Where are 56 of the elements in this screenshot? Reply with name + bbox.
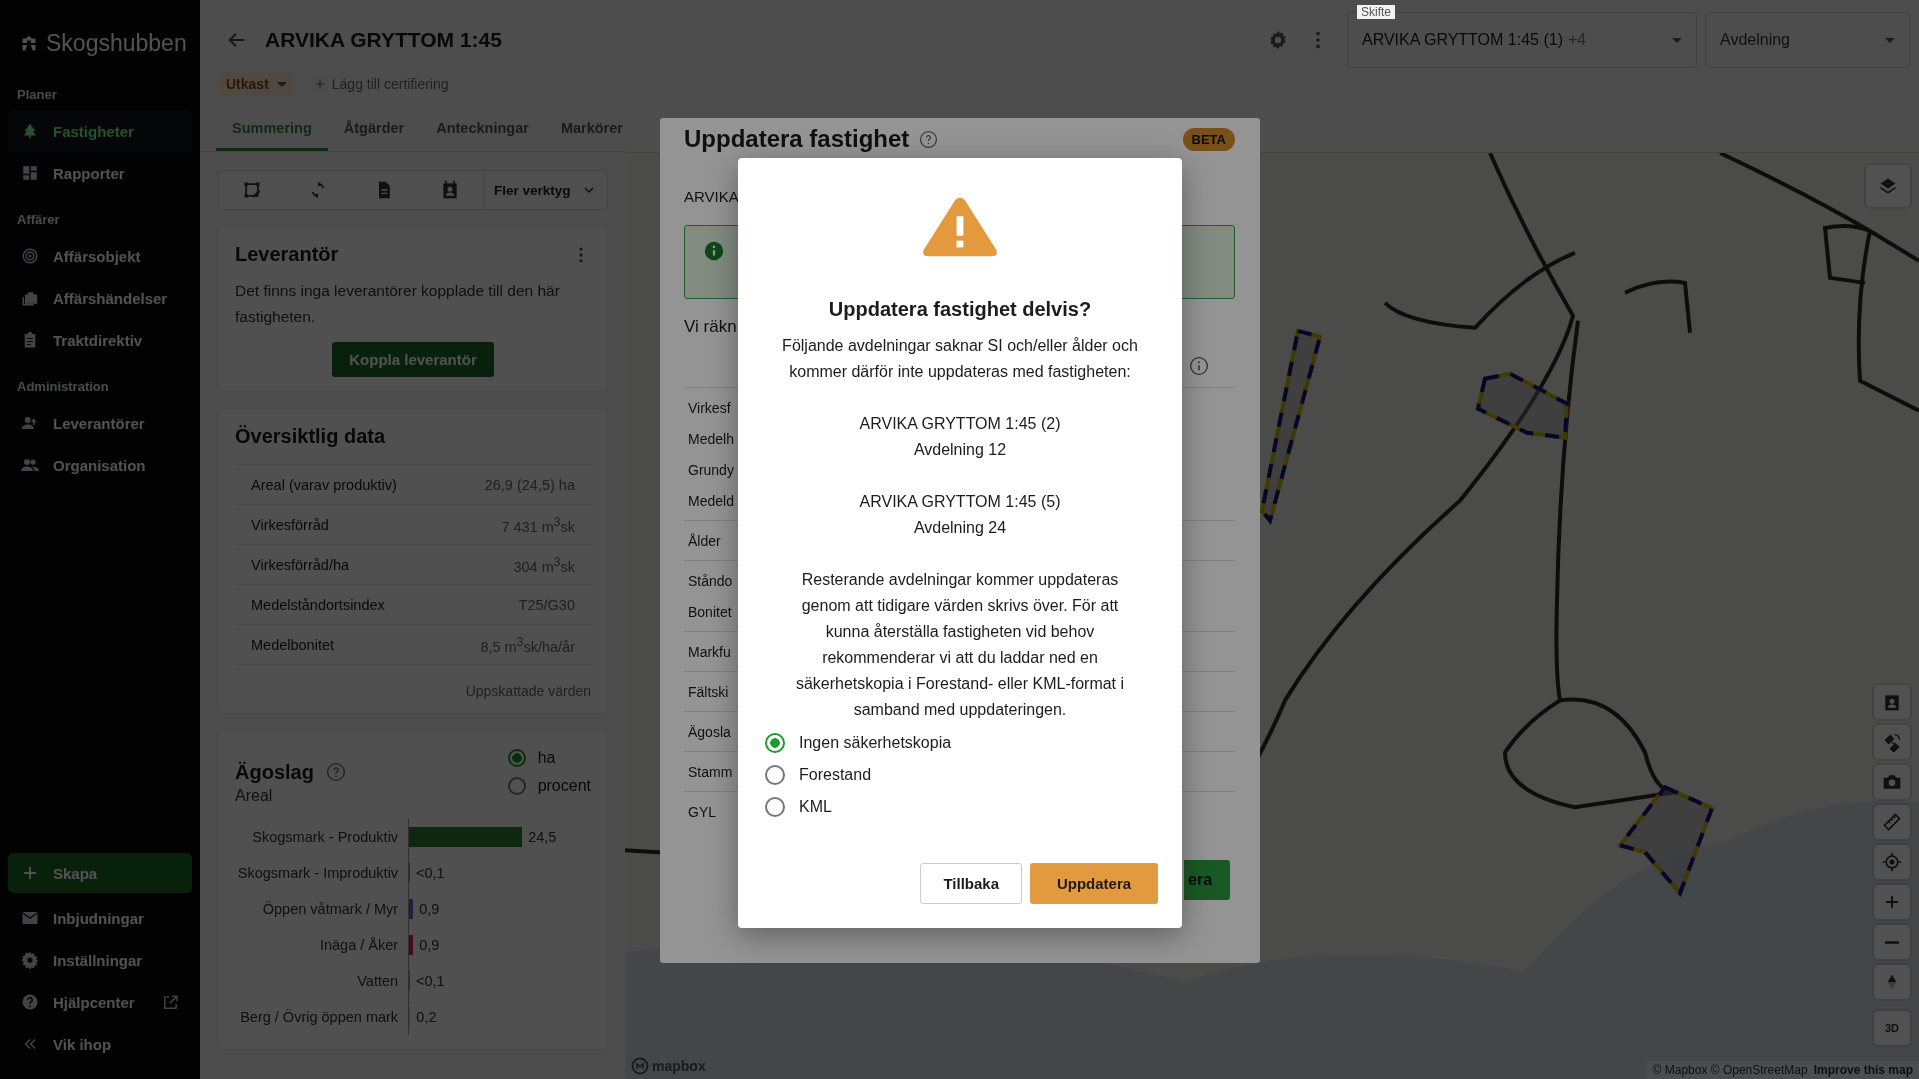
table-cell-text: Fältski bbox=[687, 682, 730, 702]
table-cell: Medelståndortsindex bbox=[251, 596, 385, 613]
bar-label: Öppen våtmark / Myr bbox=[261, 901, 400, 917]
field-label: Skifte bbox=[1357, 5, 1395, 19]
table-cell-text: Bonitet bbox=[687, 602, 733, 622]
card-title: Ägoslag bbox=[235, 760, 314, 784]
property-name: ARVIKA GRYTTOM 1:45 (2) bbox=[859, 414, 1061, 434]
card-text: Det finns inga leverantörer kopplade till den här fastigheten. bbox=[235, 281, 561, 327]
bar-label: Berg / Övrig öppen mark bbox=[239, 1009, 400, 1025]
table-cell: Virkesförråd bbox=[251, 516, 329, 533]
radio-label: ha bbox=[537, 749, 556, 767]
table-cell: Areal (varav produktiv) bbox=[251, 476, 397, 493]
dialog-note: Resterande avdelningar kommer uppdateras genom att tidigare värden skrivs över. För att kunna återställa fastigheten vid behov rekommenderar vi att du laddar ned en säkerhetskopia i Forestand- eller KML-format i samband med uppdateringen. bbox=[794, 570, 1126, 720]
radio-label: KML bbox=[799, 798, 832, 816]
bar-value: 24,5 bbox=[528, 829, 557, 845]
table-cell: Virkesförråd/ha bbox=[251, 556, 350, 573]
app-logo: Skogshubben bbox=[46, 30, 187, 57]
bar-label: Skogsmark - Improduktiv bbox=[236, 865, 400, 881]
radio-label: procent bbox=[537, 777, 591, 795]
property-name: ARVIKA GRYTTOM 1:45 (5) bbox=[859, 492, 1061, 512]
dialog-message: Följande avdelningar saknar SI och/eller ålder och kommer därför inte uppdateras med fastigheten: bbox=[781, 336, 1139, 382]
beta-badge: BETA bbox=[1182, 127, 1235, 151]
section-name: Avdelning 24 bbox=[913, 518, 1007, 538]
nav-section-heading: Affärer bbox=[16, 211, 61, 229]
radio-label: Ingen säkerhetskopia bbox=[799, 734, 952, 752]
table-cell-text: Markfu bbox=[687, 642, 732, 662]
map-attribution: © Mapbox © OpenStreetMap bbox=[1652, 1063, 1808, 1077]
bar-label: Inäga / Åker bbox=[318, 937, 400, 953]
table-cell-text: Ståndo bbox=[687, 571, 734, 591]
radio-label: Forestand bbox=[799, 766, 872, 784]
table-cell-text: GYL bbox=[687, 802, 717, 822]
bar-value: <0,1 bbox=[415, 865, 445, 881]
bar-label: Vatten bbox=[356, 973, 400, 989]
table-cell-text: Virkesf bbox=[687, 398, 732, 418]
table-cell-text: Grundy bbox=[687, 460, 735, 480]
bar-value: <0,1 bbox=[415, 973, 445, 989]
table-cell-text: Ägosla bbox=[687, 722, 732, 742]
bar-value: 0,9 bbox=[419, 937, 440, 953]
table-cell-text: Ålder bbox=[687, 531, 722, 551]
bar-label: Skogsmark - Produktiv bbox=[251, 829, 400, 845]
card-title: Översiktlig data bbox=[235, 425, 387, 448]
section-name: Avdelning 12 bbox=[913, 440, 1007, 460]
table-cell: Medelbonitet bbox=[251, 636, 335, 653]
bar-value: 0,9 bbox=[419, 901, 440, 917]
table-cell-text: Medeld bbox=[687, 491, 735, 511]
modal-text: Vi räkn bbox=[684, 317, 738, 337]
modal-subtitle: ARVIKA bbox=[684, 188, 740, 205]
bar-value: 0,2 bbox=[416, 1009, 437, 1025]
table-cell-text: Medelh bbox=[687, 429, 735, 449]
card-title: Leverantör bbox=[235, 243, 339, 266]
dialog-title: Uppdatera fastighet delvis? bbox=[828, 298, 1092, 321]
page-title: ARVIKA GRYTTOM 1:45 bbox=[265, 28, 502, 52]
nav-section-heading: Administration bbox=[16, 378, 110, 396]
nav-section-heading: Planer bbox=[16, 86, 58, 104]
table-cell-text: Stamm bbox=[687, 762, 734, 782]
modal-title: Uppdatera fastighet bbox=[684, 127, 910, 151]
